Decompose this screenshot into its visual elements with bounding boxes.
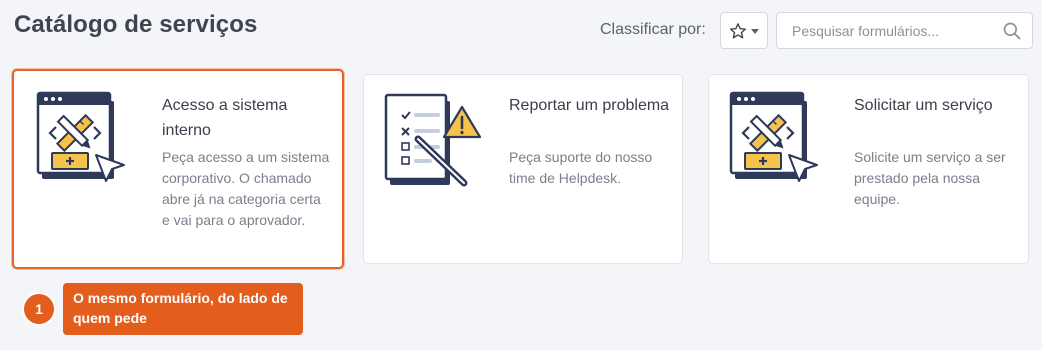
search-icon[interactable]: [1002, 21, 1022, 41]
annotation-callout: O mesmo formulário, do lado de quem pede: [63, 283, 303, 335]
sort-label: Classificar por:: [600, 21, 706, 38]
step-number-badge: 1: [24, 294, 54, 324]
checklist-warning-icon: [384, 93, 482, 187]
chevron-down-icon: [751, 29, 759, 34]
service-card-internal-access[interactable]: Acesso a sistema interno Peça acesso a u…: [12, 69, 344, 269]
card-title: Acesso a sistema interno: [162, 97, 288, 139]
page-title: Catálogo de serviços: [14, 11, 258, 38]
code-tools-window-icon: [36, 91, 125, 182]
service-card-report-problem[interactable]: Reportar um problema Peça suporte do nos…: [363, 74, 683, 264]
star-icon: [729, 22, 747, 38]
search-input[interactable]: [777, 13, 997, 48]
card-title: Solicitar um serviço: [854, 97, 993, 114]
card-description: Peça acesso a um sistema corporativo. O …: [162, 149, 330, 228]
service-card-request-service[interactable]: Solicitar um serviço Solicite um serviço…: [708, 74, 1029, 264]
search-box[interactable]: [776, 12, 1033, 49]
card-description: Peça suporte do nosso time de Helpdesk.: [509, 149, 653, 186]
card-description: Solicite um serviço a ser prestado pela …: [854, 149, 1006, 207]
card-title: Reportar um problema: [509, 97, 670, 114]
sort-dropdown-button[interactable]: [720, 12, 768, 49]
code-tools-window-icon: [729, 91, 818, 182]
